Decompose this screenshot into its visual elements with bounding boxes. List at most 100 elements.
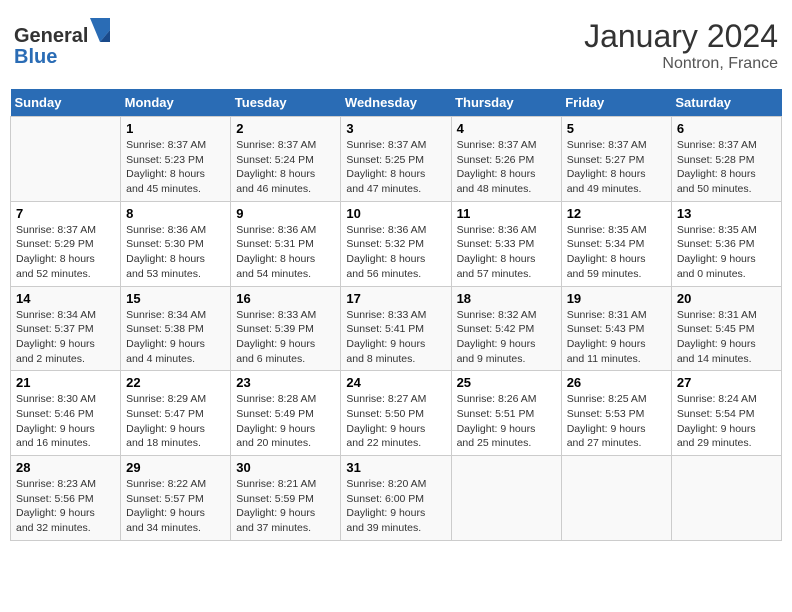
month-year-title: January 2024 [584, 18, 778, 55]
day-number: 21 [16, 375, 115, 390]
calendar-cell: 17 Sunrise: 8:33 AMSunset: 5:41 PMDayligh… [341, 286, 451, 371]
calendar-week-2: 7Sunrise: 8:37 AMSunset: 5:29 PMDaylight… [11, 201, 782, 286]
day-info: Sunrise: 8:37 AMSunset: 5:27 PMDaylight:… [567, 138, 666, 197]
calendar-header-row: SundayMondayTuesdayWednesdayThursdayFrid… [11, 89, 782, 117]
day-number: 30 [236, 460, 335, 475]
day-number: 8 [126, 206, 225, 221]
day-number: 14 [16, 291, 115, 306]
col-header-friday: Friday [561, 89, 671, 117]
day-info: Sunrise: 8:36 AMSunset: 5:31 PMDaylight:… [236, 223, 335, 282]
calendar-cell: 4Sunrise: 8:37 AMSunset: 5:26 PMDaylight… [451, 117, 561, 202]
day-number: 24 [346, 375, 445, 390]
day-info: Sunrise: 8:21 AMSunset: 5:59 PMDaylight:… [236, 477, 335, 536]
calendar-cell: 8 Sunrise: 8:36 AMSunset: 5:30 PMDaylight… [121, 201, 231, 286]
day-number: 9 [236, 206, 335, 221]
calendar-cell: 21 Sunrise: 8:30 AMSunset: 5:46 PMDayligh… [11, 371, 121, 456]
day-number: 5 [567, 121, 666, 136]
col-header-saturday: Saturday [671, 89, 781, 117]
day-info: Sunrise: 8:26 AMSunset: 5:51 PMDaylight:… [457, 392, 556, 451]
calendar-cell: 29 Sunrise: 8:22 AMSunset: 5:57 PMDayligh… [121, 456, 231, 541]
calendar-week-3: 14Sunrise: 8:34 AMSunset: 5:37 PMDayligh… [11, 286, 782, 371]
day-info: Sunrise: 8:20 AMSunset: 6:00 PMDaylight:… [346, 477, 445, 536]
day-number: 23 [236, 375, 335, 390]
page-header: General Blue January 2024 Nontron, Franc… [10, 10, 782, 81]
day-info: Sunrise: 8:28 AMSunset: 5:49 PMDaylight:… [236, 392, 335, 451]
day-number: 28 [16, 460, 115, 475]
calendar-cell: 20 Sunrise: 8:31 AMSunset: 5:45 PMDayligh… [671, 286, 781, 371]
calendar-cell [561, 456, 671, 541]
calendar-cell: 10 Sunrise: 8:36 AMSunset: 5:32 PMDayligh… [341, 201, 451, 286]
day-info: Sunrise: 8:33 AMSunset: 5:41 PMDaylight:… [346, 308, 445, 367]
day-number: 17 [346, 291, 445, 306]
day-number: 29 [126, 460, 225, 475]
calendar-cell [11, 117, 121, 202]
location-subtitle: Nontron, France [584, 55, 778, 73]
day-info: Sunrise: 8:29 AMSunset: 5:47 PMDaylight:… [126, 392, 225, 451]
calendar-cell: 30 Sunrise: 8:21 AMSunset: 5:59 PMDayligh… [231, 456, 341, 541]
day-number: 6 [677, 121, 776, 136]
day-number: 19 [567, 291, 666, 306]
calendar-cell: 6 Sunrise: 8:37 AMSunset: 5:28 PMDaylight… [671, 117, 781, 202]
calendar-table: SundayMondayTuesdayWednesdayThursdayFrid… [10, 89, 782, 541]
calendar-cell: 26 Sunrise: 8:25 AMSunset: 5:53 PMDayligh… [561, 371, 671, 456]
day-number: 18 [457, 291, 556, 306]
calendar-cell: 25 Sunrise: 8:26 AMSunset: 5:51 PMDayligh… [451, 371, 561, 456]
day-info: Sunrise: 8:37 AMSunset: 5:25 PMDaylight:… [346, 138, 445, 197]
calendar-cell: 11Sunrise: 8:36 AMSunset: 5:33 PMDayligh… [451, 201, 561, 286]
day-info: Sunrise: 8:23 AMSunset: 5:56 PMDaylight:… [16, 477, 115, 536]
day-number: 11 [457, 206, 556, 221]
day-number: 4 [457, 121, 556, 136]
day-number: 1 [126, 121, 225, 136]
calendar-cell: 14Sunrise: 8:34 AMSunset: 5:37 PMDayligh… [11, 286, 121, 371]
calendar-week-5: 28 Sunrise: 8:23 AMSunset: 5:56 PMDayligh… [11, 456, 782, 541]
day-info: Sunrise: 8:35 AMSunset: 5:34 PMDaylight:… [567, 223, 666, 282]
day-number: 25 [457, 375, 556, 390]
calendar-week-4: 21 Sunrise: 8:30 AMSunset: 5:46 PMDayligh… [11, 371, 782, 456]
logo-blue: Blue [14, 46, 57, 68]
day-number: 3 [346, 121, 445, 136]
calendar-cell: 16Sunrise: 8:33 AMSunset: 5:39 PMDayligh… [231, 286, 341, 371]
day-info: Sunrise: 8:31 AMSunset: 5:45 PMDaylight:… [677, 308, 776, 367]
title-block: January 2024 Nontron, France [584, 18, 778, 73]
day-number: 26 [567, 375, 666, 390]
calendar-cell: 28 Sunrise: 8:23 AMSunset: 5:56 PMDayligh… [11, 456, 121, 541]
col-header-thursday: Thursday [451, 89, 561, 117]
calendar-cell [671, 456, 781, 541]
day-info: Sunrise: 8:22 AMSunset: 5:57 PMDaylight:… [126, 477, 225, 536]
day-info: Sunrise: 8:25 AMSunset: 5:53 PMDaylight:… [567, 392, 666, 451]
calendar-cell: 27Sunrise: 8:24 AMSunset: 5:54 PMDayligh… [671, 371, 781, 456]
calendar-cell: 13 Sunrise: 8:35 AMSunset: 5:36 PMDayligh… [671, 201, 781, 286]
logo: General Blue [14, 18, 110, 68]
day-info: Sunrise: 8:36 AMSunset: 5:30 PMDaylight:… [126, 223, 225, 282]
calendar-week-1: 1 Sunrise: 8:37 AMSunset: 5:23 PMDaylight… [11, 117, 782, 202]
day-info: Sunrise: 8:37 AMSunset: 5:28 PMDaylight:… [677, 138, 776, 197]
day-number: 10 [346, 206, 445, 221]
day-number: 31 [346, 460, 445, 475]
day-info: Sunrise: 8:32 AMSunset: 5:42 PMDaylight:… [457, 308, 556, 367]
day-number: 15 [126, 291, 225, 306]
day-info: Sunrise: 8:35 AMSunset: 5:36 PMDaylight:… [677, 223, 776, 282]
calendar-cell: 18 Sunrise: 8:32 AMSunset: 5:42 PMDayligh… [451, 286, 561, 371]
day-info: Sunrise: 8:27 AMSunset: 5:50 PMDaylight:… [346, 392, 445, 451]
day-info: Sunrise: 8:37 AMSunset: 5:24 PMDaylight:… [236, 138, 335, 197]
day-number: 2 [236, 121, 335, 136]
calendar-cell: 7Sunrise: 8:37 AMSunset: 5:29 PMDaylight… [11, 201, 121, 286]
calendar-cell: 15Sunrise: 8:34 AMSunset: 5:38 PMDayligh… [121, 286, 231, 371]
calendar-cell: 1 Sunrise: 8:37 AMSunset: 5:23 PMDaylight… [121, 117, 231, 202]
col-header-monday: Monday [121, 89, 231, 117]
calendar-cell: 2 Sunrise: 8:37 AMSunset: 5:24 PMDaylight… [231, 117, 341, 202]
day-number: 20 [677, 291, 776, 306]
calendar-cell: 12Sunrise: 8:35 AMSunset: 5:34 PMDayligh… [561, 201, 671, 286]
day-number: 16 [236, 291, 335, 306]
day-info: Sunrise: 8:37 AMSunset: 5:23 PMDaylight:… [126, 138, 225, 197]
calendar-cell: 22Sunrise: 8:29 AMSunset: 5:47 PMDayligh… [121, 371, 231, 456]
calendar-cell: 3 Sunrise: 8:37 AMSunset: 5:25 PMDaylight… [341, 117, 451, 202]
calendar-cell: 24 Sunrise: 8:27 AMSunset: 5:50 PMDayligh… [341, 371, 451, 456]
calendar-cell: 19Sunrise: 8:31 AMSunset: 5:43 PMDayligh… [561, 286, 671, 371]
day-info: Sunrise: 8:30 AMSunset: 5:46 PMDaylight:… [16, 392, 115, 451]
day-number: 13 [677, 206, 776, 221]
day-info: Sunrise: 8:36 AMSunset: 5:32 PMDaylight:… [346, 223, 445, 282]
day-number: 7 [16, 206, 115, 221]
col-header-sunday: Sunday [11, 89, 121, 117]
calendar-cell: 23 Sunrise: 8:28 AMSunset: 5:49 PMDayligh… [231, 371, 341, 456]
